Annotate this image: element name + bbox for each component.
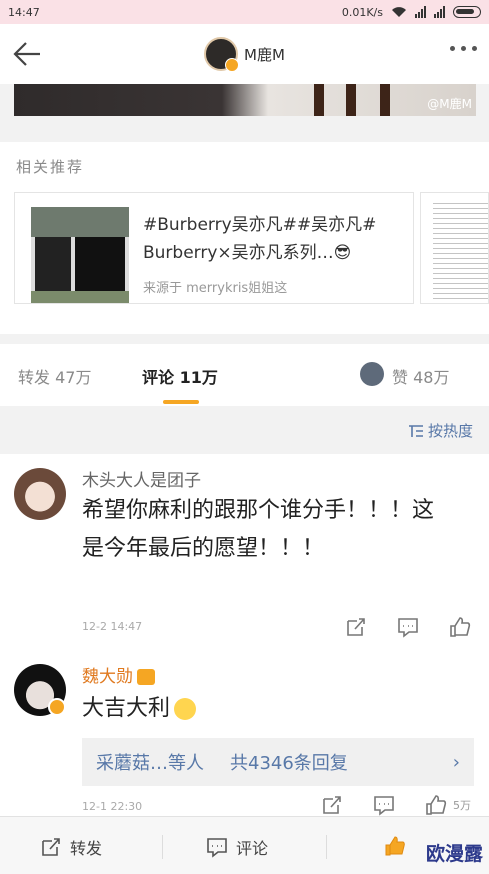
nav-bar: M鹿M bbox=[0, 24, 489, 84]
status-time: 14:47 bbox=[8, 5, 40, 19]
thumbs-up-icon bbox=[385, 836, 405, 856]
sort-button[interactable]: 按热度 bbox=[408, 420, 473, 441]
tab-underline bbox=[163, 400, 199, 404]
related-card-source: 来源于 merrykris姐姐这 bbox=[143, 281, 288, 296]
thumbs-up-icon[interactable] bbox=[449, 616, 471, 638]
comment-label: 评论 bbox=[236, 839, 269, 858]
avatar[interactable] bbox=[14, 468, 66, 520]
repost-icon[interactable] bbox=[321, 794, 343, 816]
thumbs-up-icon[interactable] bbox=[425, 794, 447, 816]
avatar bbox=[204, 37, 240, 72]
tab-like[interactable]: 赞 48万 bbox=[392, 364, 449, 388]
comment-time: 12-1 22:30 bbox=[82, 800, 143, 813]
sort-icon bbox=[408, 424, 423, 437]
verified-badge-icon bbox=[48, 698, 66, 716]
signal-icon bbox=[415, 6, 426, 18]
comment-actions: 5万 bbox=[321, 794, 471, 816]
crown-icon bbox=[137, 669, 155, 685]
like-count: 5万 bbox=[453, 799, 471, 812]
reply-prefix: 采蘑菇…等人 bbox=[96, 753, 204, 774]
related-card-next[interactable] bbox=[420, 192, 489, 304]
divider bbox=[162, 835, 163, 859]
site-watermark: 欧漫露 bbox=[425, 843, 483, 865]
comment-actions bbox=[345, 616, 471, 638]
smile-emoji-icon bbox=[174, 698, 197, 720]
tabs: 转发 47万 评论 11万 赞 48万 bbox=[0, 344, 489, 406]
sort-label: 按热度 bbox=[427, 422, 473, 440]
network-speed: 0.01K/s bbox=[341, 5, 383, 19]
comment-text: 大吉大利 bbox=[82, 690, 442, 728]
comment-text: 希望你麻利的跟那个谁分手！！！这是今年最后的愿望！！！ bbox=[82, 498, 435, 561]
wifi-icon bbox=[392, 7, 406, 17]
like-button[interactable] bbox=[384, 835, 406, 857]
comment-icon bbox=[207, 838, 227, 858]
reply-count: 共4346条回复 bbox=[230, 753, 348, 774]
related-card-text: #Burberry吴亦凡##吴亦凡# Burberry×吴亦凡系列…😎 bbox=[143, 215, 377, 263]
comment-time: 12-2 14:47 bbox=[82, 620, 143, 633]
reply-icon[interactable] bbox=[373, 794, 395, 816]
repost-label: 转发 bbox=[70, 839, 103, 858]
back-arrow-icon[interactable] bbox=[10, 38, 46, 70]
repost-button[interactable]: 转发 bbox=[40, 835, 102, 859]
more-icon[interactable] bbox=[450, 46, 477, 51]
chevron-right-icon: › bbox=[452, 751, 460, 773]
bottom-bar: 转发 评论 欧漫露 bbox=[0, 816, 489, 874]
post-image[interactable]: @M鹿M bbox=[14, 84, 476, 116]
repost-icon bbox=[42, 838, 60, 856]
tab-repost[interactable]: 转发 47万 bbox=[18, 364, 91, 388]
status-bar: 14:47 0.01K/s bbox=[0, 0, 489, 24]
comment-author[interactable]: 木头大人是团子 bbox=[82, 466, 201, 491]
like-avatar bbox=[360, 362, 384, 386]
related-card[interactable]: #Burberry吴亦凡##吴亦凡# Burberry×吴亦凡系列…😎 来源于 … bbox=[14, 192, 414, 304]
related-section: 相关推荐 #Burberry吴亦凡##吴亦凡# Burberry×吴亦凡系列…😎… bbox=[0, 142, 489, 334]
nav-title: M鹿M bbox=[244, 45, 285, 64]
verified-badge-icon bbox=[225, 58, 240, 72]
repost-icon[interactable] bbox=[345, 616, 367, 638]
sort-bar: 按热度 bbox=[0, 406, 489, 454]
related-thumbnail bbox=[31, 207, 129, 303]
comment-button[interactable]: 评论 bbox=[206, 835, 268, 859]
image-watermark: @M鹿M bbox=[427, 97, 472, 111]
signal-icon-2 bbox=[434, 6, 445, 18]
comment-list: 木头大人是团子 希望你麻利的跟那个谁分手！！！这是今年最后的愿望！！！ 12-2… bbox=[0, 454, 489, 816]
nav-user[interactable]: M鹿M bbox=[204, 37, 285, 72]
tab-comment[interactable]: 评论 11万 bbox=[142, 364, 218, 388]
related-title: 相关推荐 bbox=[16, 158, 85, 176]
battery-icon bbox=[453, 6, 481, 18]
reply-icon[interactable] bbox=[397, 616, 419, 638]
divider bbox=[326, 835, 327, 859]
comment-author[interactable]: 魏大勋 bbox=[82, 662, 155, 687]
reply-preview[interactable]: 采蘑菇…等人 共4346条回复 › bbox=[82, 738, 474, 786]
